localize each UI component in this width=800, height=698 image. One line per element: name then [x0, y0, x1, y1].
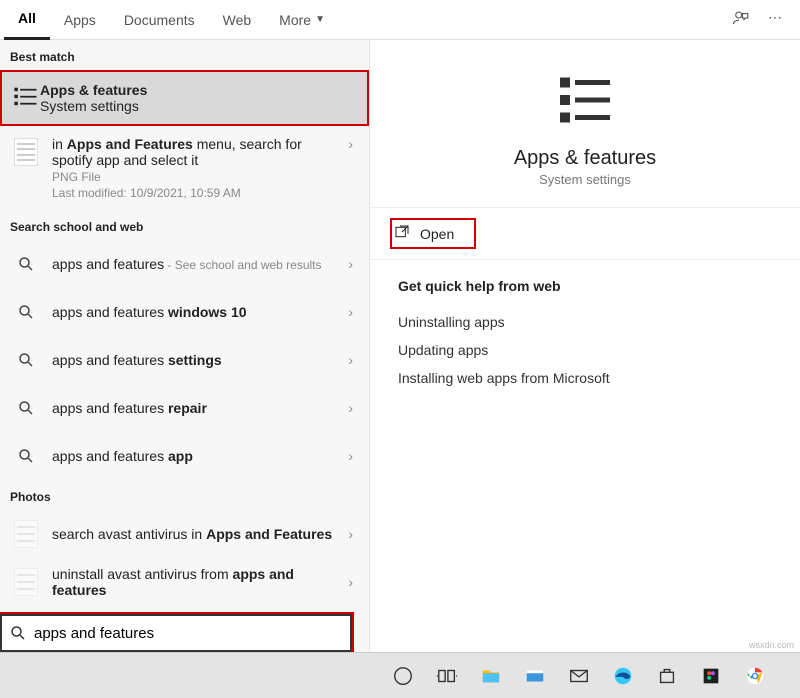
section-photos: Photos: [0, 480, 369, 510]
web-result[interactable]: apps and features app ›: [0, 432, 369, 480]
watermark: wsxdn.com: [749, 640, 794, 650]
taskbar-cortana-icon[interactable]: [384, 657, 422, 695]
photo-result[interactable]: search avast antivirus in Apps and Featu…: [0, 510, 369, 558]
section-school-web: Search school and web: [0, 210, 369, 240]
open-label: Open: [420, 226, 454, 242]
taskbar-mail-icon[interactable]: [560, 657, 598, 695]
best-match-title: Apps & features: [40, 82, 147, 98]
help-link[interactable]: Installing web apps from Microsoft: [398, 364, 772, 392]
result-file[interactable]: in Apps and Features menu, search for sp…: [0, 126, 369, 210]
section-best-match: Best match: [0, 40, 369, 70]
web-result[interactable]: apps and features - See school and web r…: [0, 240, 369, 288]
tab-apps[interactable]: Apps: [50, 0, 110, 40]
search-icon: [2, 624, 34, 642]
file-title: in Apps and Features menu, search for sp…: [52, 136, 342, 168]
photo-thumb-icon: [10, 566, 42, 598]
help-link[interactable]: Uninstalling apps: [398, 308, 772, 336]
chevron-right-icon[interactable]: ›: [342, 352, 359, 368]
taskbar-edge-icon[interactable]: [604, 657, 642, 695]
search-icon: [10, 392, 42, 424]
results-panel: Best match Apps & features System settin…: [0, 40, 370, 652]
preview-title: Apps & features: [390, 147, 780, 170]
chevron-right-icon[interactable]: ›: [342, 448, 359, 464]
taskbar-chrome-icon[interactable]: [736, 657, 774, 695]
search-icon: [10, 344, 42, 376]
apps-features-large-icon: [390, 70, 780, 133]
taskbar-app-icon[interactable]: [516, 657, 554, 695]
best-match-sub: System settings: [40, 98, 147, 114]
chevron-right-icon[interactable]: ›: [342, 136, 359, 152]
chevron-right-icon[interactable]: ›: [342, 256, 359, 272]
chevron-right-icon[interactable]: ›: [342, 574, 359, 590]
search-input[interactable]: [34, 616, 350, 650]
preview-panel: Apps & features System settings Open Get…: [370, 40, 800, 652]
web-result[interactable]: apps and features windows 10 ›: [0, 288, 369, 336]
feedback-icon[interactable]: [732, 9, 750, 30]
tab-more-label: More: [279, 12, 311, 28]
taskbar-taskview-icon[interactable]: [428, 657, 466, 695]
help-title: Get quick help from web: [398, 278, 772, 294]
search-box[interactable]: [0, 614, 352, 652]
search-scope-tabs: All Apps Documents Web More ▼ ⋯: [0, 0, 800, 40]
chevron-right-icon[interactable]: ›: [342, 400, 359, 416]
taskbar: [0, 652, 800, 698]
file-modified: Last modified: 10/9/2021, 10:59 AM: [52, 186, 342, 200]
result-best-match[interactable]: Apps & features System settings: [0, 70, 369, 126]
chevron-right-icon[interactable]: ›: [342, 526, 359, 542]
chevron-down-icon: ▼: [315, 14, 325, 25]
apps-features-icon: [12, 83, 40, 114]
tab-documents[interactable]: Documents: [110, 0, 209, 40]
taskbar-figma-icon[interactable]: [692, 657, 730, 695]
web-result[interactable]: apps and features settings ›: [0, 336, 369, 384]
preview-sub: System settings: [390, 172, 780, 187]
photo-thumb-icon: [10, 518, 42, 550]
photo-result[interactable]: uninstall avast antivirus from apps and …: [0, 558, 369, 606]
chevron-right-icon[interactable]: ›: [342, 304, 359, 320]
help-link[interactable]: Updating apps: [398, 336, 772, 364]
search-icon: [10, 248, 42, 280]
tab-more[interactable]: More ▼: [265, 0, 339, 40]
search-icon: [10, 296, 42, 328]
open-button[interactable]: Open: [390, 218, 476, 249]
file-type: PNG File: [52, 170, 342, 184]
tab-all[interactable]: All: [4, 0, 50, 40]
open-icon: [394, 224, 410, 243]
taskbar-explorer-icon[interactable]: [472, 657, 510, 695]
web-result[interactable]: apps and features repair ›: [0, 384, 369, 432]
file-thumb-icon: [10, 136, 42, 168]
search-icon: [10, 440, 42, 472]
taskbar-store-icon[interactable]: [648, 657, 686, 695]
more-options-icon[interactable]: ⋯: [768, 9, 784, 30]
tab-web[interactable]: Web: [209, 0, 266, 40]
